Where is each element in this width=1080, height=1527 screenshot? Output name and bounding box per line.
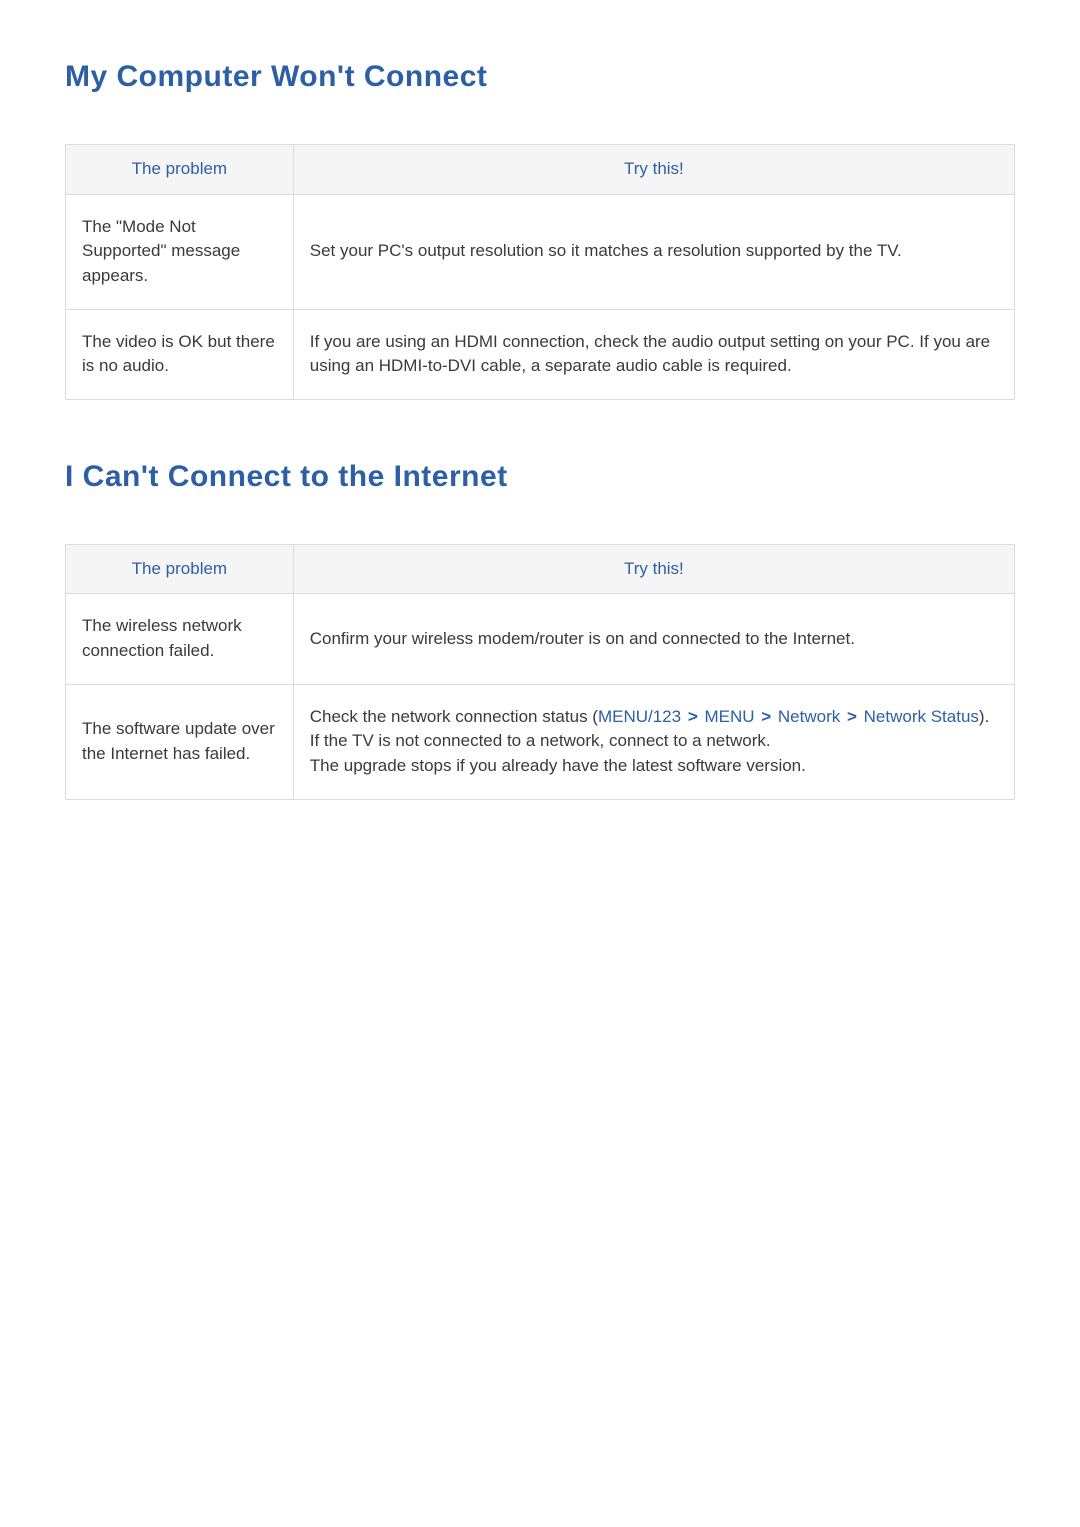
chevron-right-icon: > <box>681 707 704 726</box>
troubleshoot-table-1: The problem Try this! The "Mode Not Supp… <box>65 144 1015 400</box>
table2-row1-try: Check the network connection status (MEN… <box>293 684 1014 799</box>
menu-path-step-3: Network Status <box>864 707 979 726</box>
try-suffix-paren: ). <box>979 707 989 726</box>
table2-header-try: Try this! <box>293 544 1014 594</box>
menu-path-step-2: Network <box>778 707 840 726</box>
table1-row1-problem: The video is OK but there is no audio. <box>66 309 294 399</box>
try-prefix: Check the network connection status ( <box>310 707 598 726</box>
table-row: The wireless network connection failed. … <box>66 594 1015 684</box>
table1-row1-try: If you are using an HDMI connection, che… <box>293 309 1014 399</box>
table-row: The "Mode Not Supported" message appears… <box>66 194 1015 309</box>
table-row: The video is OK but there is no audio. I… <box>66 309 1015 399</box>
menu-path-step-1: MENU <box>704 707 754 726</box>
section-heading-1: My Computer Won't Connect <box>65 60 1015 94</box>
table2-row0-try: Confirm your wireless modem/router is on… <box>293 594 1014 684</box>
menu-path-step-0: MENU/123 <box>598 707 681 726</box>
table1-row0-try: Set your PC's output resolution so it ma… <box>293 194 1014 309</box>
table2-row1-problem: The software update over the Internet ha… <box>66 684 294 799</box>
table1-row0-problem: The "Mode Not Supported" message appears… <box>66 194 294 309</box>
chevron-right-icon: > <box>840 707 863 726</box>
try-line3: The upgrade stops if you already have th… <box>310 756 806 775</box>
chevron-right-icon: > <box>755 707 778 726</box>
section-heading-2: I Can't Connect to the Internet <box>65 460 1015 494</box>
table2-row0-problem: The wireless network connection failed. <box>66 594 294 684</box>
table1-header-try: Try this! <box>293 145 1014 195</box>
troubleshoot-table-2: The problem Try this! The wireless netwo… <box>65 544 1015 800</box>
table2-header-problem: The problem <box>66 544 294 594</box>
table-row: The software update over the Internet ha… <box>66 684 1015 799</box>
table1-header-problem: The problem <box>66 145 294 195</box>
try-line2: If the TV is not connected to a network,… <box>310 731 771 750</box>
